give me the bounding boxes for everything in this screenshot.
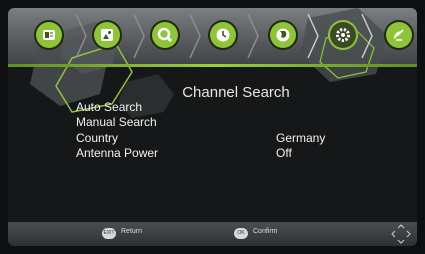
tab-divider — [247, 13, 259, 59]
tab-info-icon[interactable] — [36, 22, 62, 48]
tab-settings-gear-icon[interactable] — [330, 22, 356, 48]
menu-item-antenna-power[interactable]: Antenna Power — [76, 146, 158, 160]
ok-key-icon: OK — [234, 228, 248, 239]
tab-search-icon[interactable] — [152, 22, 178, 48]
exit-key-icon: EXIT — [102, 228, 116, 239]
tab-globe-icon[interactable] — [270, 22, 296, 48]
antenna-power-value[interactable]: Off — [276, 146, 292, 160]
return-label: Return — [121, 228, 143, 235]
tab-divider — [307, 13, 319, 59]
menu-item-auto-search[interactable]: Auto Search — [76, 100, 142, 114]
dpad-icon — [391, 224, 411, 244]
tab-divider — [361, 13, 373, 59]
osd-frame: Channel Search Auto Search Manual Search… — [8, 8, 417, 246]
country-value[interactable]: Germany — [276, 131, 325, 145]
tab-clock-icon[interactable] — [210, 22, 236, 48]
page-title: Channel Search — [182, 84, 290, 101]
tab-picture-icon[interactable] — [94, 22, 120, 48]
tab-divider — [189, 13, 201, 59]
tab-satellite-dish-icon[interactable] — [386, 22, 412, 48]
tab-bar-separator — [8, 64, 417, 67]
confirm-label: Confirm — [253, 228, 278, 235]
footer-bar: EXIT Return OK Confirm — [8, 222, 417, 246]
menu-item-country[interactable]: Country — [76, 131, 118, 145]
tab-divider — [133, 13, 145, 59]
tab-divider — [75, 13, 87, 59]
menu-item-manual-search[interactable]: Manual Search — [76, 115, 157, 129]
